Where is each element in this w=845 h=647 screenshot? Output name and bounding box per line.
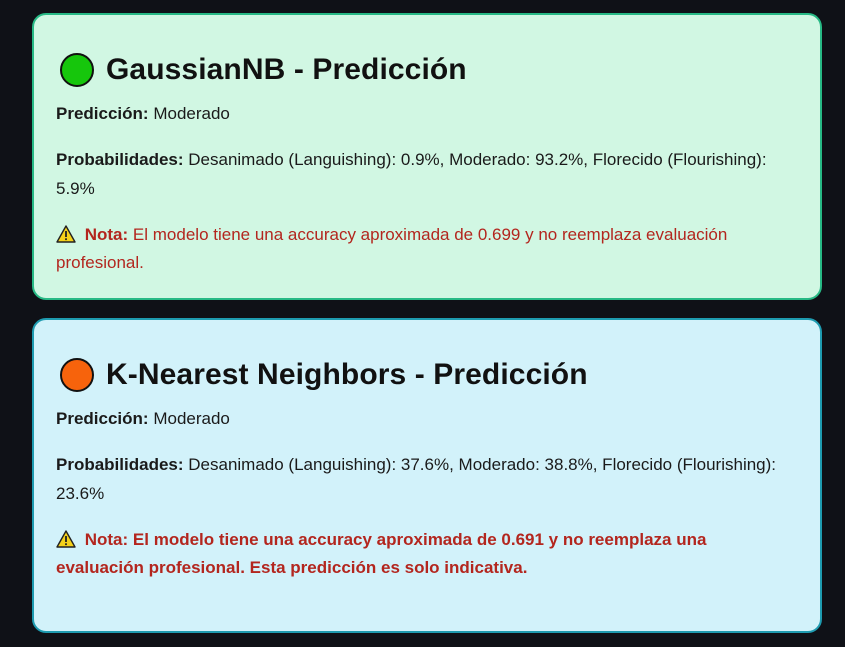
note-label: Nota: [84, 225, 129, 244]
gaussiannb-prediction-card: GaussianNB - Predicción Predicción: Mode… [32, 13, 822, 300]
card-title: K-Nearest Neighbors - Predicción [106, 358, 588, 391]
prediction-value: Moderado [153, 104, 230, 123]
note-line: Nota: El modelo tiene una accuracy aprox… [56, 526, 798, 582]
prediction-label: Predicción: [56, 104, 149, 123]
probabilities-line: Probabilidades: Desanimado (Languishing)… [56, 145, 798, 203]
probabilities-label: Probabilidades: [56, 455, 184, 474]
note-label: Nota: [84, 530, 129, 549]
warning-icon [56, 530, 76, 548]
prediction-line: Predicción: Moderado [56, 99, 798, 128]
card-header: GaussianNB - Predicción [56, 51, 798, 89]
prediction-label: Predicción: [56, 409, 149, 428]
prediction-value: Moderado [153, 409, 230, 428]
note-line: Nota: El modelo tiene una accuracy aprox… [56, 221, 798, 277]
warning-icon [56, 225, 76, 243]
card-title: GaussianNB - Predicción [106, 53, 467, 86]
prediction-line: Predicción: Moderado [56, 404, 798, 433]
card-header: K-Nearest Neighbors - Predicción [56, 356, 798, 394]
probabilities-line: Probabilidades: Desanimado (Languishing)… [56, 450, 798, 508]
note-text: El modelo tiene una accuracy aproximada … [56, 225, 728, 272]
knn-prediction-card: K-Nearest Neighbors - Predicción Predicc… [32, 318, 822, 633]
note-text: El modelo tiene una accuracy aproximada … [56, 530, 707, 577]
orange-circle-icon [60, 358, 94, 392]
probabilities-label: Probabilidades: [56, 150, 184, 169]
green-circle-icon [60, 53, 94, 87]
